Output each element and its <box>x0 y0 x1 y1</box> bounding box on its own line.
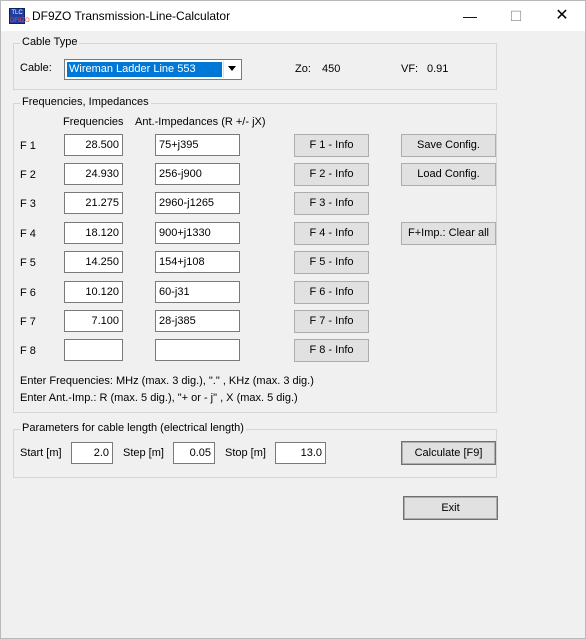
cable-label: Cable: <box>20 62 52 74</box>
frequency-input[interactable] <box>64 251 123 273</box>
impedance-hint: Enter Ant.-Imp.: R (max. 5 dig.), "+ or … <box>20 392 298 404</box>
row-label: F 1 <box>20 140 36 152</box>
row-label: F 5 <box>20 257 36 269</box>
load-config-button[interactable]: Load Config. <box>401 163 496 186</box>
row-label: F 7 <box>20 316 36 328</box>
frequency-input[interactable] <box>64 339 123 361</box>
row-label: F 2 <box>20 169 36 181</box>
frequency-info-button[interactable]: F 1 - Info <box>294 134 369 157</box>
frequency-input[interactable] <box>64 163 123 185</box>
frequency-input[interactable] <box>64 222 123 244</box>
impedances-column-header: Ant.-Impedances (R +/- jX) <box>135 116 266 128</box>
zo-value: 450 <box>322 63 341 75</box>
stop-input[interactable] <box>275 442 326 464</box>
frequency-input[interactable] <box>64 192 123 214</box>
save-config-button[interactable]: Save Config. <box>401 134 496 157</box>
cable-type-group-title: Cable Type <box>20 36 80 48</box>
close-button[interactable]: ✕ <box>539 1 585 31</box>
row-label: F 4 <box>20 228 36 240</box>
minimize-button[interactable]: — <box>447 1 493 31</box>
maximize-button[interactable]: ☐ <box>493 1 539 31</box>
impedance-input[interactable] <box>155 222 240 244</box>
app-icon-text-top: TLC <box>11 10 23 16</box>
frequency-info-button[interactable]: F 2 - Info <box>294 163 369 186</box>
impedance-input[interactable] <box>155 192 240 214</box>
window-title: DF9ZO Transmission-Line-Calculator <box>32 9 231 23</box>
frequency-input[interactable] <box>64 281 123 303</box>
calculate-button[interactable]: Calculate [F9] <box>401 441 496 465</box>
frequencies-group-title: Frequencies, Impedances <box>20 96 151 108</box>
impedance-input[interactable] <box>155 251 240 273</box>
impedance-input[interactable] <box>155 310 240 332</box>
impedance-input[interactable] <box>155 281 240 303</box>
vf-value: 0.91 <box>427 63 449 75</box>
impedance-input[interactable] <box>155 134 240 156</box>
parameters-group-title: Parameters for cable length (electrical … <box>20 422 246 434</box>
clear-all-button[interactable]: F+Imp.: Clear all <box>401 222 496 245</box>
cable-select[interactable]: Wireman Ladder Line 553 <box>64 59 242 80</box>
zo-label: Zo: <box>295 63 311 75</box>
frequency-hint: Enter Frequencies: MHz (max. 3 dig.), ".… <box>20 375 314 387</box>
app-icon: TLC DF9ZO <box>9 8 30 24</box>
frequencies-column-header: Frequencies <box>63 116 124 128</box>
frequency-info-button[interactable]: F 8 - Info <box>294 339 369 362</box>
vf-label: VF: <box>401 63 419 75</box>
app-window: TLC DF9ZO DF9ZO Transmission-Line-Calcul… <box>0 0 586 639</box>
chevron-down-icon[interactable] <box>223 61 240 78</box>
impedance-input[interactable] <box>155 163 240 185</box>
title-bar[interactable]: TLC DF9ZO DF9ZO Transmission-Line-Calcul… <box>1 1 585 31</box>
frequency-input[interactable] <box>64 134 123 156</box>
cable-select-value: Wireman Ladder Line 553 <box>67 62 222 77</box>
frequency-info-button[interactable]: F 3 - Info <box>294 192 369 215</box>
stop-label: Stop [m] <box>225 447 266 459</box>
row-label: F 8 <box>20 345 36 357</box>
step-label: Step [m] <box>123 447 164 459</box>
exit-button[interactable]: Exit <box>403 496 498 520</box>
frequency-input[interactable] <box>64 310 123 332</box>
start-input[interactable] <box>71 442 113 464</box>
frequency-info-button[interactable]: F 4 - Info <box>294 222 369 245</box>
frequency-info-button[interactable]: F 7 - Info <box>294 310 369 333</box>
start-label: Start [m] <box>20 447 62 459</box>
step-input[interactable] <box>173 442 215 464</box>
frequency-info-button[interactable]: F 5 - Info <box>294 251 369 274</box>
row-label: F 3 <box>20 198 36 210</box>
row-label: F 6 <box>20 287 36 299</box>
frequency-info-button[interactable]: F 6 - Info <box>294 281 369 304</box>
app-icon-text-bottom: DF9ZO <box>10 18 30 24</box>
impedance-input[interactable] <box>155 339 240 361</box>
